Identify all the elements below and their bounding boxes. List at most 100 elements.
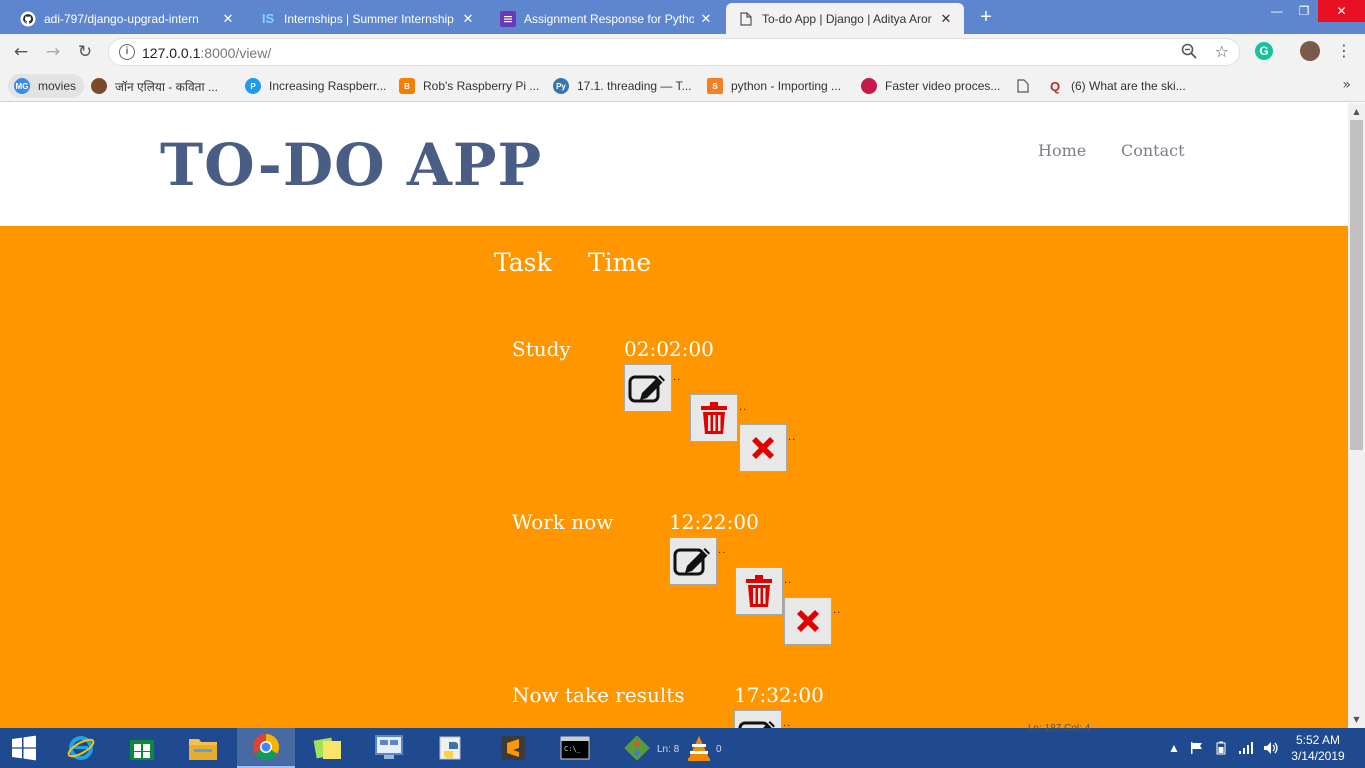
menu-icon[interactable]: ⋮ bbox=[1336, 41, 1352, 61]
scroll-up-icon[interactable]: ▲ bbox=[1348, 103, 1365, 120]
svg-text:C:\_: C:\_ bbox=[564, 745, 582, 753]
python-icon[interactable] bbox=[422, 728, 480, 768]
chrome-icon[interactable] bbox=[237, 728, 295, 768]
zoom-icon[interactable] bbox=[1181, 43, 1197, 63]
volume-icon[interactable] bbox=[1263, 728, 1279, 768]
internshala-icon: IS bbox=[261, 11, 275, 26]
clock-time: 5:52 AM bbox=[1295, 733, 1341, 747]
bookmark-raspberry[interactable]: P Increasing Raspberr... bbox=[245, 74, 386, 98]
site-brand[interactable]: TO-DO APP bbox=[160, 131, 542, 199]
background-window-status: Ln: 187 Col: 4 bbox=[1028, 723, 1091, 734]
store-icon[interactable] bbox=[113, 728, 171, 768]
file-explorer-icon[interactable] bbox=[174, 728, 232, 768]
scroll-down-icon[interactable]: ▼ bbox=[1348, 711, 1365, 728]
sticky-notes-icon[interactable] bbox=[299, 728, 357, 768]
tab-strip: adi-797/django-upgrad-intern ✕ IS Intern… bbox=[0, 0, 1365, 34]
bookmark-label: (6) What are the ski... bbox=[1071, 79, 1186, 93]
column-header-task: Task bbox=[494, 248, 552, 277]
url-text[interactable]: 127.0.0.1:8000/view/ bbox=[142, 45, 271, 61]
bookmark-poetry[interactable]: जॉन एलिया - कविता ... bbox=[91, 74, 218, 98]
avatar[interactable] bbox=[1300, 41, 1320, 61]
bookmark-robs-pi[interactable]: B Rob's Raspberry Pi ... bbox=[399, 74, 539, 98]
quora-icon: Q bbox=[1049, 78, 1061, 94]
trash-icon bbox=[701, 402, 727, 434]
raspberry-icon bbox=[861, 78, 877, 94]
github-icon bbox=[20, 11, 36, 27]
tab-assignment[interactable]: Assignment Response for Python ✕ bbox=[488, 3, 724, 34]
tab-github[interactable]: adi-797/django-upgrad-intern ✕ bbox=[8, 3, 246, 34]
internet-explorer-icon[interactable] bbox=[52, 728, 110, 768]
bookmark-video[interactable]: Faster video proces... bbox=[861, 74, 1000, 98]
grammarly-icon[interactable]: G bbox=[1255, 42, 1273, 60]
address-bar[interactable]: i 127.0.0.1:8000/view/ ☆ bbox=[108, 38, 1240, 66]
task-time: 17:32:00 bbox=[734, 683, 824, 707]
task-time: 12:22:00 bbox=[669, 510, 759, 534]
bookmark-star-icon[interactable]: ☆ bbox=[1215, 42, 1229, 61]
battery-icon[interactable] bbox=[1214, 728, 1228, 768]
bookmark-label: जॉन एलिया - कविता ... bbox=[115, 79, 218, 94]
sublime-text-icon[interactable] bbox=[484, 728, 542, 768]
browser-toolbar: ← → ↻ i 127.0.0.1:8000/view/ ☆ G ⋮ bbox=[0, 34, 1365, 70]
edit-button[interactable]: .. bbox=[669, 537, 727, 585]
system-clock[interactable]: 5:52 AM 3/14/2019 bbox=[1288, 732, 1348, 764]
show-hidden-icons[interactable]: ▲ bbox=[1168, 728, 1180, 768]
bookmarks-bar: MG movies जॉन एलिया - कविता ... P Increa… bbox=[0, 70, 1365, 102]
close-icon[interactable]: ✕ bbox=[698, 11, 714, 27]
trash-icon bbox=[746, 575, 772, 607]
bookmark-label: Faster video proces... bbox=[885, 79, 1001, 93]
bookmark-label: Rob's Raspberry Pi ... bbox=[423, 79, 540, 93]
page-icon bbox=[738, 11, 754, 27]
tab-todo-app[interactable]: To-do App | Django | Aditya Aror ✕ bbox=[726, 3, 964, 34]
mg-icon: MG bbox=[14, 78, 30, 94]
bookmark-threading[interactable]: Py 17.1. threading — T... bbox=[553, 74, 692, 98]
forward-icon[interactable]: → bbox=[42, 41, 64, 63]
chevron-right-icon[interactable]: » bbox=[1342, 77, 1351, 93]
minimize-icon[interactable]: — bbox=[1262, 0, 1292, 22]
back-icon[interactable]: ← bbox=[10, 41, 32, 63]
task-time: 02:02:00 bbox=[624, 337, 714, 361]
tab-title: To-do App | Django | Aditya Aror bbox=[762, 11, 932, 26]
tab-title: Assignment Response for Python bbox=[524, 11, 694, 26]
tab-internships[interactable]: IS Internships | Summer Internship | ✕ bbox=[248, 3, 486, 34]
close-icon[interactable]: ✕ bbox=[460, 11, 476, 27]
edit-icon bbox=[628, 375, 665, 403]
edit-button[interactable]: .. bbox=[624, 364, 682, 412]
nav-home[interactable]: Home bbox=[1038, 141, 1086, 160]
signal-icon[interactable] bbox=[1238, 728, 1254, 768]
info-icon[interactable]: i bbox=[119, 44, 135, 60]
task-name: Work now bbox=[512, 510, 614, 534]
site-header: TO-DO APP Home Contact bbox=[0, 103, 1348, 226]
restore-icon[interactable]: ❐ bbox=[1292, 0, 1316, 22]
reload-icon[interactable]: ↻ bbox=[74, 41, 96, 63]
clock-date: 3/14/2019 bbox=[1291, 749, 1345, 763]
blogger-icon: B bbox=[399, 78, 415, 94]
page-scrollbar[interactable]: ▲ ▼ bbox=[1348, 103, 1365, 728]
python-icon: Py bbox=[553, 78, 569, 94]
remote-desktop-icon[interactable] bbox=[360, 728, 418, 768]
close-icon bbox=[752, 437, 774, 459]
task-list-section: Task Time Study 02:02:00 .. .. .. Work n… bbox=[0, 226, 1348, 728]
cancel-button[interactable]: .. bbox=[784, 597, 842, 645]
close-icon[interactable]: ✕ bbox=[220, 11, 236, 27]
edit-button[interactable]: .. bbox=[734, 710, 792, 728]
tab-title: Internships | Summer Internship | bbox=[284, 11, 456, 26]
bookmark-label: 17.1. threading — T... bbox=[577, 79, 692, 93]
close-icon[interactable]: ✕ bbox=[938, 11, 954, 27]
bookmark-stackoverflow[interactable]: S python - Importing ... bbox=[707, 74, 841, 98]
bookmark-label: movies bbox=[38, 79, 77, 93]
bookmark-movies[interactable]: MG movies bbox=[8, 74, 85, 98]
nav-contact[interactable]: Contact bbox=[1121, 141, 1185, 160]
tab-title: adi-797/django-upgrad-intern bbox=[44, 11, 199, 26]
flag-icon[interactable] bbox=[1190, 728, 1204, 768]
bookmark-document[interactable] bbox=[1015, 74, 1039, 98]
scroll-thumb[interactable] bbox=[1350, 120, 1363, 450]
edit-icon bbox=[673, 548, 710, 576]
window-close-button[interactable]: ✕ bbox=[1318, 0, 1365, 22]
cancel-button[interactable]: .. bbox=[739, 424, 797, 472]
new-tab-button[interactable]: + bbox=[976, 7, 996, 27]
cmd-icon[interactable]: C:\_ bbox=[546, 728, 604, 768]
background-window-status-3: 0 bbox=[716, 744, 722, 755]
bookmark-quora[interactable]: Q (6) What are the ski... bbox=[1047, 74, 1186, 98]
forms-icon bbox=[500, 10, 516, 27]
windows-start-icon[interactable] bbox=[0, 728, 48, 768]
